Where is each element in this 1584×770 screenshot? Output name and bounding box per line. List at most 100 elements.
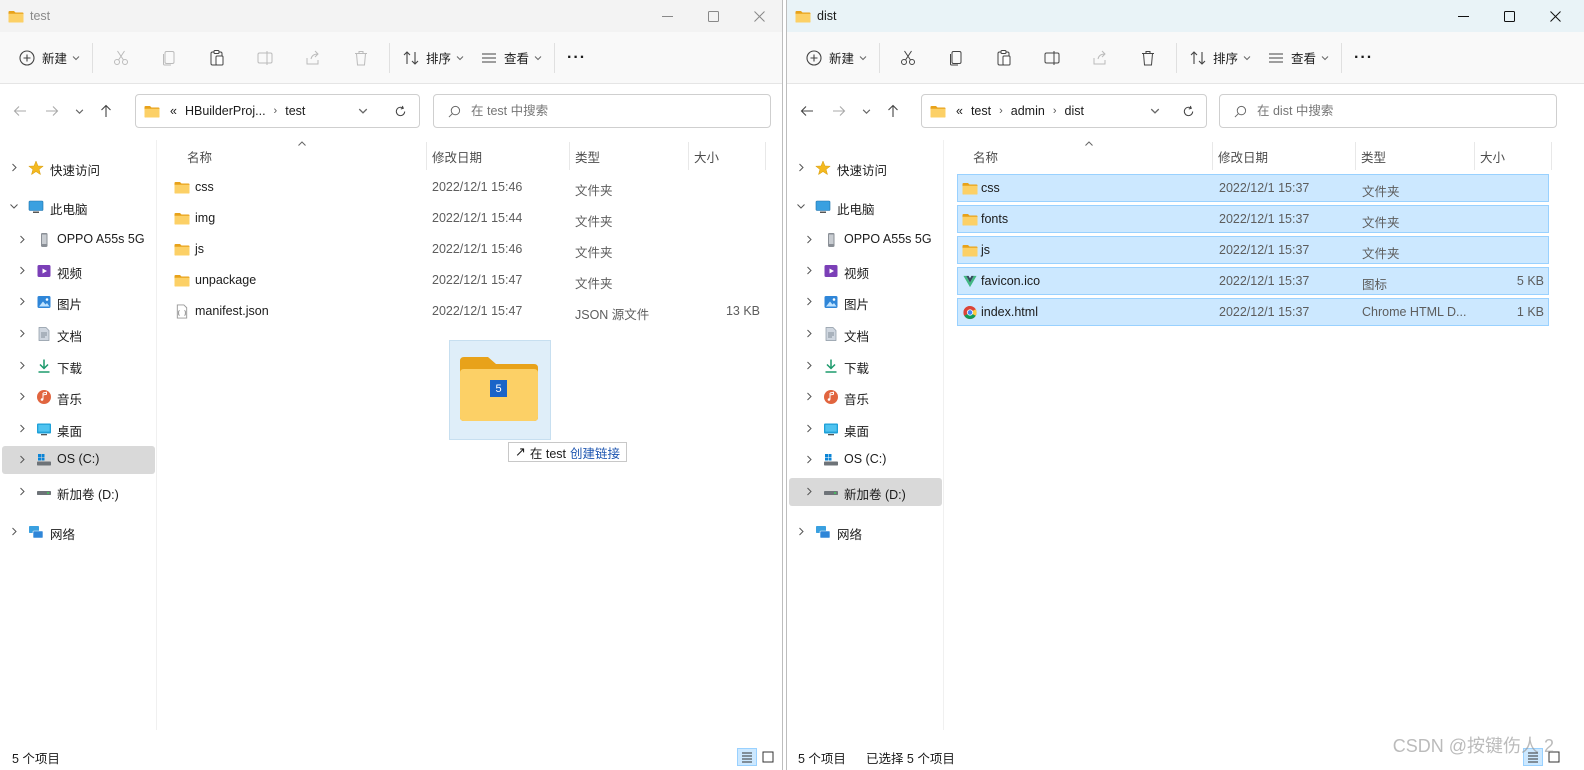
- chevron-right-icon[interactable]: [797, 527, 805, 536]
- share-button[interactable]: [289, 41, 337, 75]
- paste-button[interactable]: [193, 41, 241, 75]
- nav-item[interactable]: 音乐: [2, 383, 155, 411]
- file-row[interactable]: index.html 2022/12/1 15:37 Chrome HTML D..…: [957, 298, 1549, 326]
- chevron-right-icon[interactable]: [805, 424, 813, 433]
- minimize-button[interactable]: [644, 0, 690, 32]
- minimize-button[interactable]: [1440, 0, 1486, 32]
- file-row[interactable]: js 2022/12/1 15:37 文件夹: [957, 236, 1549, 264]
- file-row[interactable]: unpackage 2022/12/1 15:47 文件夹: [166, 267, 770, 295]
- back-button[interactable]: [4, 95, 36, 127]
- column-divider[interactable]: [765, 142, 766, 170]
- tiles-view-button[interactable]: [758, 748, 778, 766]
- chevron-right-icon[interactable]: [805, 235, 813, 244]
- chevron-right-icon[interactable]: [10, 527, 18, 536]
- column-divider[interactable]: [1474, 142, 1475, 170]
- nav-item[interactable]: 此电脑: [789, 193, 942, 221]
- nav-item[interactable]: 快速访问: [789, 154, 942, 182]
- column-divider[interactable]: [688, 142, 689, 170]
- refresh-button[interactable]: [394, 95, 407, 127]
- file-row[interactable]: favicon.ico 2022/12/1 15:37 图标 5 KB: [957, 267, 1549, 295]
- more-button[interactable]: ···: [559, 41, 594, 75]
- nav-item[interactable]: OS (C:): [789, 446, 942, 474]
- nav-item[interactable]: 此电脑: [2, 193, 155, 221]
- column-divider[interactable]: [1355, 142, 1356, 170]
- paste-button[interactable]: [980, 41, 1028, 75]
- chevron-right-icon[interactable]: [797, 163, 805, 172]
- close-button[interactable]: [736, 0, 782, 32]
- nav-item[interactable]: 视频: [2, 257, 155, 285]
- file-row[interactable]: img 2022/12/1 15:44 文件夹: [166, 205, 770, 233]
- chevron-right-icon[interactable]: [18, 487, 26, 496]
- nav-item[interactable]: 新加卷 (D:): [2, 478, 155, 506]
- copy-button[interactable]: [145, 41, 193, 75]
- chevron-right-icon[interactable]: [805, 392, 813, 401]
- file-row[interactable]: js 2022/12/1 15:46 文件夹: [166, 236, 770, 264]
- chevron-right-icon[interactable]: [18, 424, 26, 433]
- delete-button[interactable]: [337, 41, 385, 75]
- nav-item[interactable]: 桌面: [2, 415, 155, 443]
- sort-button[interactable]: 排序: [1181, 41, 1259, 75]
- chevron-right-icon[interactable]: [10, 163, 18, 172]
- nav-item[interactable]: OPPO A55s 5G: [2, 226, 155, 254]
- chevron-right-icon[interactable]: [18, 455, 26, 464]
- address-bar[interactable]: « test › admin › dist: [921, 94, 1207, 128]
- rename-button[interactable]: [241, 41, 289, 75]
- close-button[interactable]: [1532, 0, 1578, 32]
- forward-button[interactable]: [823, 95, 855, 127]
- back-button[interactable]: [791, 95, 823, 127]
- refresh-button[interactable]: [1182, 95, 1195, 127]
- column-divider[interactable]: [1551, 142, 1552, 170]
- nav-item[interactable]: 网络: [2, 518, 155, 546]
- chevron-right-icon[interactable]: [18, 392, 26, 401]
- column-header[interactable]: 名称: [973, 146, 998, 166]
- breadcrumb-overflow[interactable]: «: [170, 104, 177, 118]
- chevron-right-icon[interactable]: [18, 329, 26, 338]
- sort-button[interactable]: 排序: [394, 41, 472, 75]
- file-row[interactable]: fonts 2022/12/1 15:37 文件夹: [957, 205, 1549, 233]
- chevron-right-icon[interactable]: [805, 297, 813, 306]
- breadcrumb-item[interactable]: dist: [1065, 104, 1084, 118]
- recent-locations-button[interactable]: [855, 95, 877, 127]
- title-bar[interactable]: test: [0, 0, 782, 32]
- column-header[interactable]: 修改日期: [432, 146, 482, 166]
- nav-item[interactable]: 新加卷 (D:): [789, 478, 942, 506]
- column-header[interactable]: 大小: [694, 146, 719, 166]
- share-button[interactable]: [1076, 41, 1124, 75]
- cut-button[interactable]: [97, 41, 145, 75]
- forward-button[interactable]: [36, 95, 68, 127]
- column-header[interactable]: 名称: [187, 146, 212, 166]
- more-button[interactable]: ···: [1346, 41, 1381, 75]
- chevron-right-icon[interactable]: [18, 297, 26, 306]
- address-history-button[interactable]: [358, 95, 368, 127]
- chevron-right-icon[interactable]: [805, 361, 813, 370]
- column-divider[interactable]: [426, 142, 427, 170]
- nav-item[interactable]: 图片: [2, 288, 155, 316]
- maximize-button[interactable]: [1486, 0, 1532, 32]
- up-button[interactable]: [90, 95, 122, 127]
- title-bar[interactable]: dist: [787, 0, 1584, 32]
- breadcrumb-item[interactable]: test: [971, 104, 991, 118]
- view-button[interactable]: 查看: [1259, 41, 1337, 75]
- breadcrumb-overflow[interactable]: «: [956, 104, 963, 118]
- breadcrumb-item[interactable]: HBuilderProj...: [185, 104, 266, 118]
- nav-item[interactable]: 文档: [789, 320, 942, 348]
- chevron-right-icon[interactable]: [805, 487, 813, 496]
- nav-item[interactable]: OS (C:): [2, 446, 155, 474]
- chevron-right-icon[interactable]: [18, 266, 26, 275]
- delete-button[interactable]: [1124, 41, 1172, 75]
- search-input[interactable]: [471, 104, 731, 118]
- column-header[interactable]: 大小: [1480, 146, 1505, 166]
- nav-item[interactable]: 下载: [2, 352, 155, 380]
- chevron-right-icon[interactable]: [805, 329, 813, 338]
- cut-button[interactable]: [884, 41, 932, 75]
- search-input[interactable]: [1257, 104, 1517, 118]
- chevron-down-icon[interactable]: [797, 202, 805, 211]
- nav-item[interactable]: OPPO A55s 5G: [789, 226, 942, 254]
- new-button[interactable]: 新建: [797, 41, 875, 75]
- file-row[interactable]: css 2022/12/1 15:37 文件夹: [957, 174, 1549, 202]
- up-button[interactable]: [877, 95, 909, 127]
- nav-item[interactable]: 音乐: [789, 383, 942, 411]
- column-divider[interactable]: [569, 142, 570, 170]
- chevron-right-icon[interactable]: [805, 266, 813, 275]
- nav-item[interactable]: 下载: [789, 352, 942, 380]
